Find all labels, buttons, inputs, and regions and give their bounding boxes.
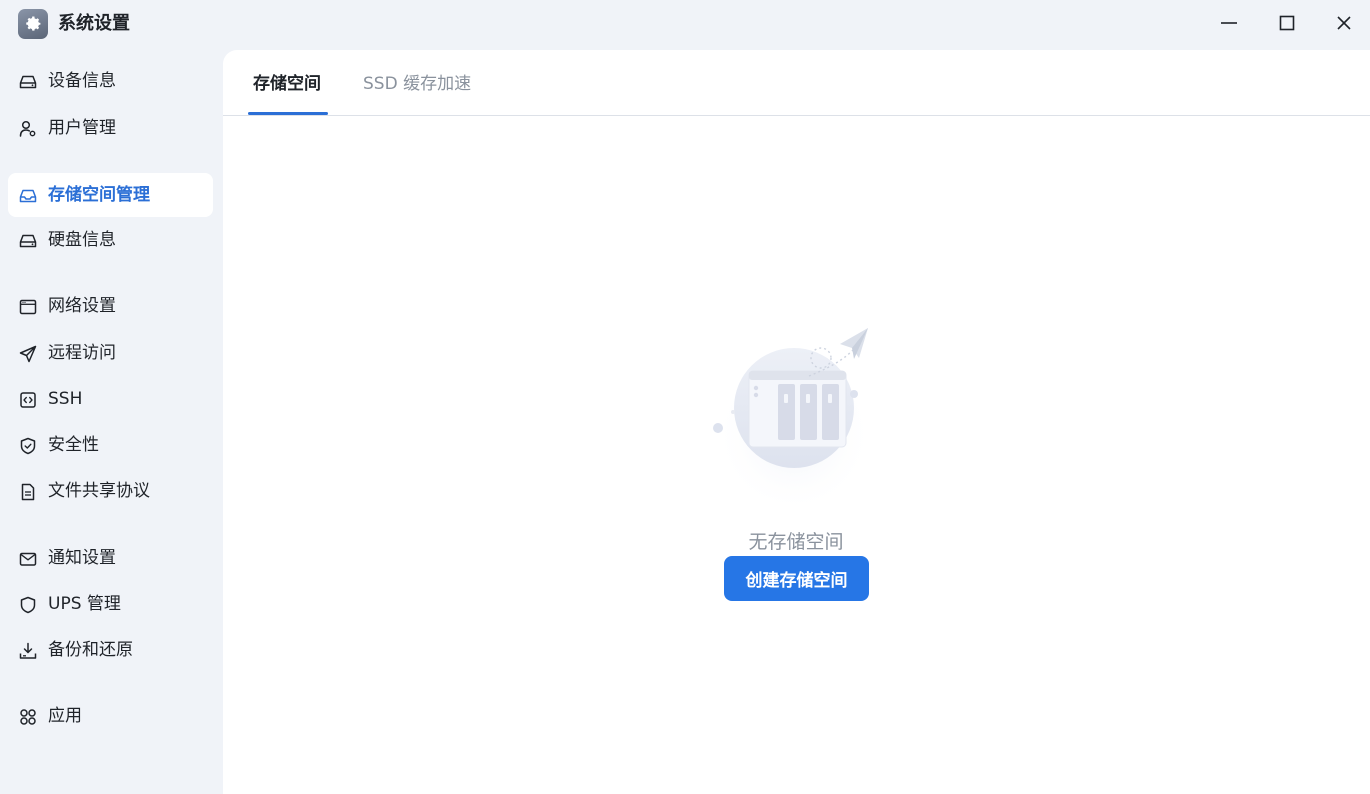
user-gear-icon xyxy=(18,119,38,139)
document-icon xyxy=(18,482,38,502)
drive-icon xyxy=(18,72,38,92)
nas-device-icon xyxy=(701,324,881,504)
tab-ssd-cache[interactable]: SSD 缓存加速 xyxy=(363,72,471,96)
sidebar-item-disk-info[interactable]: 硬盘信息 xyxy=(8,218,213,262)
main-panel: 存储空间 SSD 缓存加速 无存储空间 创建存储空间 xyxy=(223,50,1370,794)
sidebar-item-label: 存储空间管理 xyxy=(48,185,150,205)
code-icon xyxy=(18,390,38,410)
sidebar-item-notification-settings[interactable]: 通知设置 xyxy=(8,536,213,580)
sidebar-item-label: 应用 xyxy=(48,706,82,726)
sidebar-item-label: 网络设置 xyxy=(48,296,116,316)
sidebar-item-label: 通知设置 xyxy=(48,548,116,568)
create-storage-space-button[interactable]: 创建存储空间 xyxy=(724,556,869,601)
sidebar-item-label: 硬盘信息 xyxy=(48,230,116,250)
minimize-icon xyxy=(1221,22,1237,24)
mail-icon xyxy=(18,549,38,569)
sidebar-item-label: 安全性 xyxy=(48,435,99,455)
tab-storage-space[interactable]: 存储空间 xyxy=(253,72,321,96)
maximize-button[interactable] xyxy=(1267,8,1307,38)
sidebar-item-user-management[interactable]: 用户管理 xyxy=(8,106,213,150)
apps-grid-icon xyxy=(18,707,38,727)
shield-icon xyxy=(18,595,38,615)
sidebar-item-label: SSH xyxy=(48,389,83,409)
sidebar-item-label: 用户管理 xyxy=(48,118,116,138)
sidebar-item-ups-management[interactable]: UPS 管理 xyxy=(8,582,213,626)
active-tab-indicator xyxy=(248,112,328,115)
sidebar-item-label: 设备信息 xyxy=(48,71,116,91)
minimize-button[interactable] xyxy=(1209,8,1249,38)
sidebar-item-remote-access[interactable]: 远程访问 xyxy=(8,331,213,375)
sidebar-item-ssh[interactable]: SSH xyxy=(8,377,213,421)
inbox-icon xyxy=(18,186,38,206)
close-button[interactable] xyxy=(1324,8,1364,38)
sidebar-item-label: UPS 管理 xyxy=(48,594,121,614)
window-title: 系统设置 xyxy=(58,13,130,34)
empty-state-text: 无存储空间 xyxy=(748,531,844,553)
sidebar-item-label: 备份和还原 xyxy=(48,640,133,660)
sidebar: 设备信息 用户管理 存储空间管理 硬盘信息 网络设置 远程访问 SSH 安全性 … xyxy=(0,50,222,794)
gear-icon xyxy=(18,9,48,39)
sidebar-item-network-settings[interactable]: 网络设置 xyxy=(8,284,213,328)
sidebar-item-label: 文件共享协议 xyxy=(48,481,150,501)
drive-icon xyxy=(18,231,38,251)
sidebar-item-backup-restore[interactable]: 备份和还原 xyxy=(8,628,213,672)
sidebar-item-storage-management[interactable]: 存储空间管理 xyxy=(8,173,213,217)
title-bar: 系统设置 xyxy=(0,0,1370,48)
browser-window-icon xyxy=(18,297,38,317)
close-icon xyxy=(1337,16,1351,30)
paper-plane-icon xyxy=(18,344,38,364)
sidebar-item-apps[interactable]: 应用 xyxy=(8,694,213,738)
download-tray-icon xyxy=(18,641,38,661)
maximize-icon xyxy=(1279,15,1295,31)
sidebar-item-security[interactable]: 安全性 xyxy=(8,423,213,467)
sidebar-item-file-sharing[interactable]: 文件共享协议 xyxy=(8,469,213,513)
tab-bar: 存储空间 SSD 缓存加速 xyxy=(223,50,1370,116)
shield-check-icon xyxy=(18,436,38,456)
sidebar-item-device-info[interactable]: 设备信息 xyxy=(8,59,213,103)
sidebar-item-label: 远程访问 xyxy=(48,343,116,363)
